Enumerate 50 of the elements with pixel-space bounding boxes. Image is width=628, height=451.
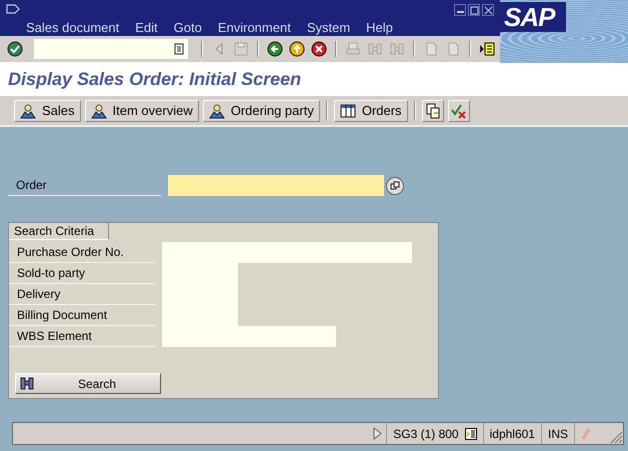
input-field[interactable] [162, 326, 336, 347]
copy-icon[interactable] [422, 100, 444, 122]
menu-item[interactable]: Environment [210, 20, 299, 35]
minimize-button[interactable] [454, 4, 466, 16]
value-help-button[interactable] [386, 176, 404, 194]
field-label: Delivery [9, 284, 155, 305]
back-icon[interactable] [266, 40, 284, 58]
field-label: Sold-to party [9, 263, 155, 284]
field-label: Order [8, 175, 161, 196]
menu-item[interactable]: Help [358, 20, 401, 35]
maximize-icon [470, 6, 478, 14]
field-label: Purchase Order No. [9, 242, 155, 263]
screen-title: Display Sales Order: Initial Screen [8, 69, 302, 90]
search-button[interactable]: Search [15, 373, 161, 394]
menu-item[interactable]: Goto [166, 20, 210, 35]
person-icon [208, 102, 225, 118]
expand-triangle-icon[interactable] [373, 427, 382, 440]
menu-item[interactable]: Edit [127, 20, 166, 35]
list-icon[interactable] [478, 40, 496, 58]
list-icon[interactable] [464, 428, 477, 440]
table-icon [340, 102, 356, 118]
system-info: SG3 (1) 800 [386, 423, 483, 444]
close-icon [484, 6, 492, 14]
field-label: WBS Element [9, 326, 155, 347]
maximize-button[interactable] [468, 4, 480, 16]
input-mode: INS [540, 423, 574, 444]
command-field[interactable] [34, 39, 188, 59]
group-title: Search Criteria [14, 224, 94, 238]
person-icon [20, 102, 36, 118]
orders-button[interactable]: Orders [334, 100, 408, 122]
menu-item[interactable]: Sales document [18, 20, 128, 35]
toolbar-button[interactable]: Item overview [84, 100, 199, 122]
input-field[interactable] [168, 175, 384, 196]
person-icon [90, 102, 107, 118]
cancel-icon[interactable] [310, 40, 328, 58]
close-button[interactable] [482, 4, 494, 16]
toolbar-button[interactable]: Sales [14, 100, 81, 122]
server-name: idphl601 [482, 423, 541, 444]
binoculars-icon [20, 377, 34, 390]
menu-item[interactable]: System [298, 20, 358, 35]
toolbar-button[interactable]: Ordering party [202, 100, 320, 122]
windows-icon [390, 180, 400, 190]
list-icon[interactable] [174, 43, 184, 55]
sap-logo: SAP [500, 2, 566, 32]
minimize-icon [456, 11, 464, 13]
field-label: Billing Document [9, 305, 155, 326]
input-field[interactable] [162, 242, 412, 263]
enter-icon[interactable] [6, 40, 24, 58]
check-cross-icon[interactable] [448, 100, 470, 122]
window-menu-icon[interactable] [6, 4, 20, 16]
